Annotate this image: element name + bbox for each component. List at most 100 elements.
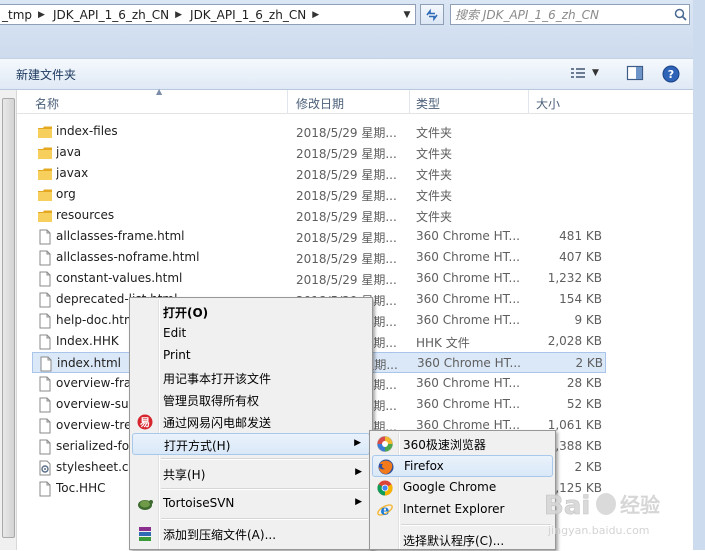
search-icon[interactable]: [671, 8, 689, 21]
file-size: 52 KB: [566, 397, 602, 411]
menu-item-label: Print: [163, 348, 191, 362]
file-type: 文件夹: [416, 126, 453, 140]
menu-item-share[interactable]: 共享(H) ▶: [132, 463, 370, 485]
search-box[interactable]: [450, 4, 690, 25]
file-row[interactable]: allclasses-noframe.html 2018/5/29 星期... 36…: [32, 247, 606, 268]
menu-item-internet-explorer[interactable]: e Internet Explorer: [372, 499, 553, 521]
chevron-right-icon[interactable]: ▶: [310, 10, 325, 20]
crumb-jdk-2[interactable]: JDK_API_1_6_zh_CN: [188, 8, 310, 22]
menu-item-add-archive[interactable]: 添加到压缩文件(A)...: [132, 523, 370, 545]
svg-text:?: ?: [668, 68, 674, 81]
file-type: 360 Chrome HT...: [417, 356, 521, 370]
file-icon: [39, 418, 51, 434]
menu-item-360-browser[interactable]: 360极速浏览器: [372, 433, 553, 455]
column-divider[interactable]: [287, 90, 288, 114]
file-row[interactable]: index-files 2018/5/29 星期... 文件夹: [32, 121, 606, 142]
menu-item-tortoisesvn[interactable]: TortoiseSVN ▶: [132, 493, 370, 515]
menu-item-label: 共享(H): [163, 468, 206, 482]
menu-item-label: 通过网易闪电邮发送: [163, 416, 272, 430]
file-date: 2018/5/29 星期...: [296, 210, 397, 224]
column-divider[interactable]: [409, 90, 410, 114]
breadcrumb[interactable]: _tmp ▶ JDK_API_1_6_zh_CN ▶ JDK_API_1_6_z…: [0, 4, 416, 25]
nav-scrollbar[interactable]: [2, 98, 15, 538]
menu-item-firefox[interactable]: Firefox: [372, 455, 553, 477]
internet-explorer-icon: e: [377, 503, 393, 519]
menu-item-label: Google Chrome: [403, 480, 497, 494]
view-dropdown-icon[interactable]: ▼: [592, 68, 599, 78]
file-icon: [39, 271, 51, 287]
address-dropdown-icon[interactable]: ▼: [398, 4, 416, 25]
address-region: _tmp ▶ JDK_API_1_6_zh_CN ▶ JDK_API_1_6_z…: [0, 0, 705, 58]
menu-item-open-with[interactable]: 打开方式(H) ▶: [132, 433, 370, 455]
menu-item-take-ownership[interactable]: 管理员取得所有权: [132, 389, 370, 411]
file-row[interactable]: resources 2018/5/29 星期... 文件夹: [32, 205, 606, 226]
file-type: HHK 文件: [416, 336, 470, 350]
menu-item-google-chrome[interactable]: Google Chrome: [372, 477, 553, 499]
svg-text:e: e: [381, 503, 390, 519]
column-date[interactable]: 修改日期: [296, 95, 344, 112]
file-size: 154 KB: [559, 292, 602, 306]
folder-icon: [38, 210, 52, 222]
file-icon: [39, 313, 51, 329]
file-size: 481 KB: [559, 229, 602, 243]
menu-item-label: 打开方式(H): [164, 439, 231, 453]
menu-item-label: Internet Explorer: [403, 502, 505, 516]
file-name: java: [56, 145, 82, 159]
file-icon: [40, 356, 52, 372]
preview-pane-button[interactable]: [626, 65, 644, 84]
baidu-jingyan-watermark: Bai 经验 jingyan.baidu.com: [542, 476, 692, 546]
menu-item-print[interactable]: Print: [132, 345, 370, 367]
chevron-right-icon[interactable]: ▶: [173, 10, 188, 20]
menu-item-label: 管理员取得所有权: [163, 394, 260, 408]
submenu-arrow-icon: ▶: [355, 497, 362, 507]
chevron-right-icon[interactable]: ▶: [36, 10, 51, 20]
file-row[interactable]: java 2018/5/29 星期... 文件夹: [32, 142, 606, 163]
file-name: javax: [56, 166, 89, 180]
file-row[interactable]: org 2018/5/29 星期... 文件夹: [32, 184, 606, 205]
file-row[interactable]: constant-values.html 2018/5/29 星期... 360 C…: [32, 268, 606, 289]
menu-item-open[interactable]: 打开(O): [132, 301, 370, 323]
view-list-icon: [571, 68, 585, 78]
file-name: index-files: [56, 124, 118, 138]
new-folder-button[interactable]: 新建文件夹: [16, 66, 76, 83]
file-row[interactable]: javax 2018/5/29 星期... 文件夹: [32, 163, 606, 184]
file-row[interactable]: allclasses-frame.html 2018/5/29 星期... 360 …: [32, 226, 606, 247]
column-size[interactable]: 大小: [536, 95, 560, 112]
file-name: allclasses-frame.html: [56, 229, 185, 243]
file-date: 2018/5/29 星期...: [296, 189, 397, 203]
file-name: allclasses-noframe.html: [56, 250, 200, 264]
file-type: 360 Chrome HT...: [416, 376, 520, 390]
search-input[interactable]: [451, 5, 671, 24]
menu-item-send-netease[interactable]: 易 通过网易闪电邮发送: [132, 411, 370, 433]
folder-icon: [38, 147, 52, 159]
open-with-submenu: 360极速浏览器 Firefox Google Chrome e Interne…: [369, 430, 556, 550]
file-size: 28 KB: [566, 376, 602, 390]
column-type[interactable]: 类型: [416, 95, 440, 112]
help-icon: ?: [662, 65, 680, 83]
change-view-button[interactable]: ▼: [570, 66, 599, 80]
menu-item-label: 添加到压缩文件(A)...: [163, 528, 277, 542]
file-date: 2018/5/29 星期...: [296, 168, 397, 182]
file-type: 360 Chrome HT...: [416, 397, 520, 411]
sort-ascending-icon: ▲: [156, 87, 163, 96]
column-name[interactable]: 名称: [35, 95, 59, 112]
crumb-tmp[interactable]: _tmp: [0, 8, 36, 22]
svg-text:经验: 经验: [620, 493, 660, 517]
svg-text:jingyan.baidu.com: jingyan.baidu.com: [547, 524, 650, 537]
menu-item-label: 用记事本打开该文件: [163, 372, 272, 386]
menu-item-label: 打开(O): [163, 306, 209, 320]
menu-item-edit[interactable]: Edit: [132, 323, 370, 345]
submenu-arrow-icon: ▶: [354, 438, 361, 448]
menu-separator: [161, 458, 368, 460]
folder-icon: [38, 189, 52, 201]
column-divider[interactable]: [528, 90, 529, 114]
menu-item-choose-default[interactable]: 选择默认程序(C)...: [372, 529, 553, 551]
preview-pane-icon: [626, 65, 644, 81]
help-button[interactable]: ?: [662, 65, 680, 86]
menu-item-open-notepad[interactable]: 用记事本打开该文件: [132, 367, 370, 389]
command-toolbar: 新建文件夹 ▼ ?: [0, 58, 693, 90]
file-icon: [39, 397, 51, 413]
crumb-jdk-1[interactable]: JDK_API_1_6_zh_CN: [51, 8, 173, 22]
refresh-button[interactable]: [420, 4, 444, 25]
menu-item-label: TortoiseSVN: [163, 496, 235, 510]
